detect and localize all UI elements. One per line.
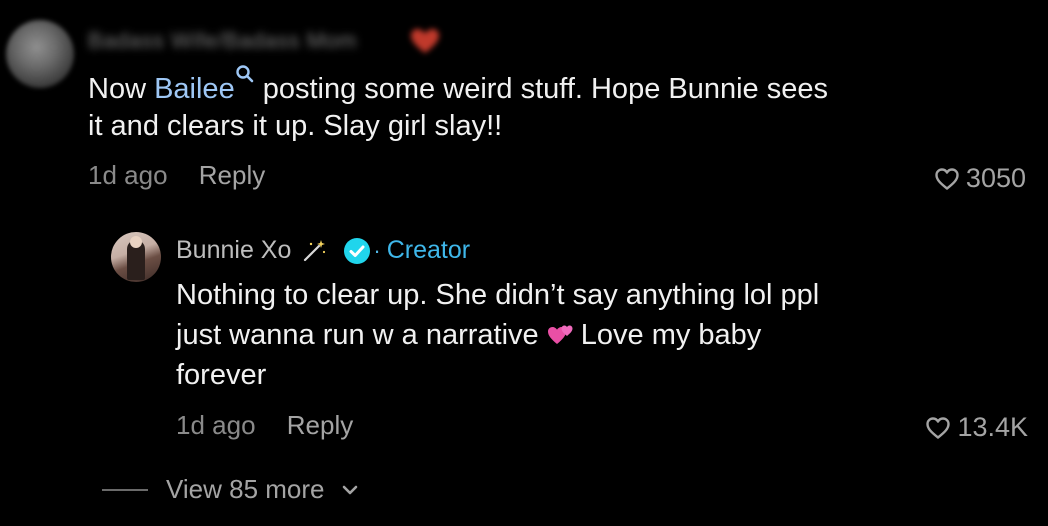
reply-author-name[interactable]: Bunnie Xo xyxy=(176,236,291,265)
magic-wand-emoji-icon xyxy=(304,239,326,261)
view-more-label: View 85 more xyxy=(166,474,325,504)
reply-text-line: just wanna run w a narrative Love my bab… xyxy=(176,315,761,355)
reply-button[interactable]: Reply xyxy=(199,160,265,190)
like-count: 13.4K xyxy=(957,412,1028,442)
mention-link[interactable]: Bailee xyxy=(154,73,235,105)
comment-meta: 1d ago Reply xyxy=(88,160,265,191)
creator-avatar[interactable] xyxy=(111,232,161,282)
reply-meta: 1d ago Reply xyxy=(176,410,353,441)
reply-text-line: Nothing to clear up. She didn’t say anyt… xyxy=(176,279,820,311)
chevron-down-icon xyxy=(342,485,357,494)
comment-text-suffix: posting some weird stuff. Hope Bunnie se… xyxy=(262,73,828,105)
reply-time: 1d ago xyxy=(176,410,256,440)
heart-outline-icon xyxy=(926,416,951,439)
heart-outline-icon xyxy=(935,167,959,190)
search-icon[interactable] xyxy=(235,64,255,84)
like-count: 3050 xyxy=(965,163,1026,193)
reply-button[interactable]: Reply xyxy=(287,410,353,440)
two-hearts-emoji-icon xyxy=(547,325,573,344)
creator-badge: Creator xyxy=(386,236,471,264)
like-button[interactable]: 3050 xyxy=(934,163,1026,194)
view-more-replies-button[interactable]: View 85 more xyxy=(102,474,361,505)
comment-text-line: it and clears it up. Slay girl slay!! xyxy=(88,110,503,142)
comment-time: 1d ago xyxy=(88,160,168,190)
comment-text-line: Now Bailee posting some weird stuff. Hope… xyxy=(88,64,828,109)
verified-icon xyxy=(344,237,371,264)
badge-separator: · xyxy=(373,237,381,263)
like-button[interactable]: 13.4K xyxy=(925,412,1028,443)
reply-text-line: forever xyxy=(176,359,267,391)
commenter-avatar[interactable] xyxy=(6,20,74,88)
reply-text-suffix: Love my baby xyxy=(580,319,762,351)
reply-text-prefix: just wanna run w a narrative xyxy=(176,319,547,351)
reply-author-row: Bunnie Xo · Creator xyxy=(176,236,470,265)
divider xyxy=(102,488,148,491)
heart-emoji-icon xyxy=(411,29,439,53)
comment-text-prefix: Now xyxy=(88,73,155,105)
commenter-name[interactable]: Badass Wife/Badass Mom xyxy=(88,28,357,54)
